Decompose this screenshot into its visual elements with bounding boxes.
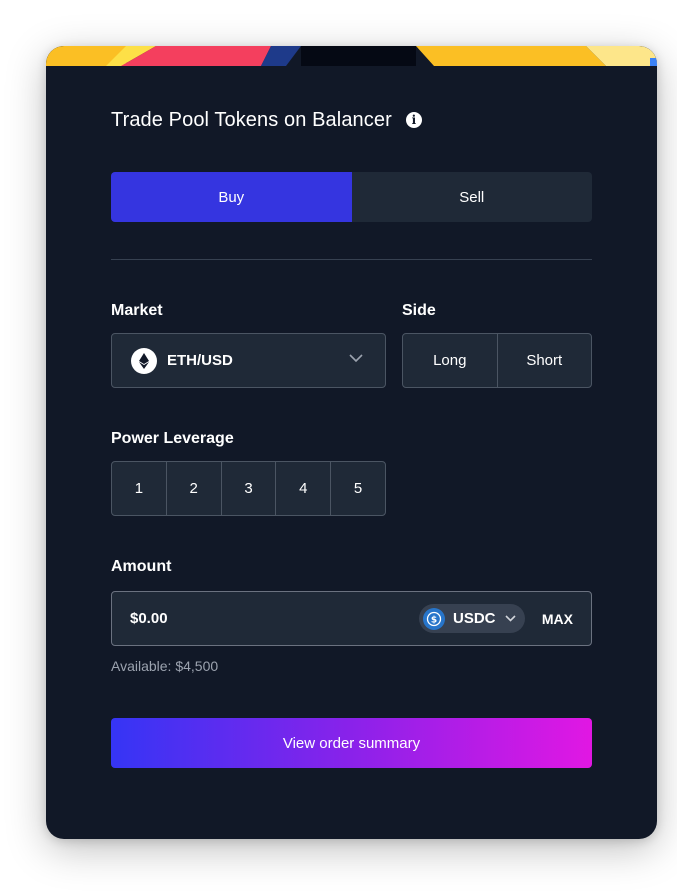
available-balance: Available: $4,500 [111, 658, 219, 674]
amount-field: $ USDC MAX [111, 591, 592, 646]
usdc-icon: $ [423, 607, 445, 630]
token-select[interactable]: $ USDC [419, 604, 525, 633]
leverage-option-3[interactable]: 3 [220, 462, 276, 515]
page-title: Trade Pool Tokens on Balancer [111, 108, 392, 131]
amount-input[interactable] [130, 592, 400, 645]
leverage-option-2[interactable]: 2 [165, 462, 221, 515]
leverage-label: Power Leverage [111, 430, 234, 447]
market-value: ETH/USD [167, 352, 233, 369]
chevron-down-icon [504, 615, 516, 622]
leverage-option-4[interactable]: 4 [275, 462, 330, 515]
chevron-down-icon [349, 354, 363, 363]
svg-text:$: $ [431, 615, 437, 625]
market-label: Market [111, 302, 163, 319]
decorative-banner [46, 46, 657, 66]
ethereum-icon [131, 347, 157, 374]
view-order-summary-button[interactable]: View order summary [111, 718, 592, 768]
amount-label: Amount [111, 558, 172, 575]
tab-sell[interactable]: Sell [351, 172, 592, 222]
info-icon[interactable]: i [405, 112, 422, 128]
tab-buy[interactable]: Buy [111, 172, 352, 222]
leverage-option-5[interactable]: 5 [330, 462, 385, 515]
leverage-selector: 1 2 3 4 5 [111, 461, 386, 516]
divider [111, 259, 592, 260]
side-toggle: Long Short [402, 333, 592, 388]
max-button[interactable]: MAX [542, 592, 573, 645]
side-short-button[interactable]: Short [496, 334, 592, 387]
trade-card: Trade Pool Tokens on Balancer i Buy Sell… [46, 46, 657, 839]
market-select[interactable]: ETH/USD [111, 333, 386, 388]
side-label: Side [402, 302, 436, 319]
side-long-button[interactable]: Long [403, 334, 497, 387]
header: Trade Pool Tokens on Balancer i [111, 106, 422, 134]
token-label: USDC [453, 610, 496, 627]
leverage-option-1[interactable]: 1 [112, 462, 166, 515]
buy-sell-tabs: Buy Sell [111, 172, 592, 222]
